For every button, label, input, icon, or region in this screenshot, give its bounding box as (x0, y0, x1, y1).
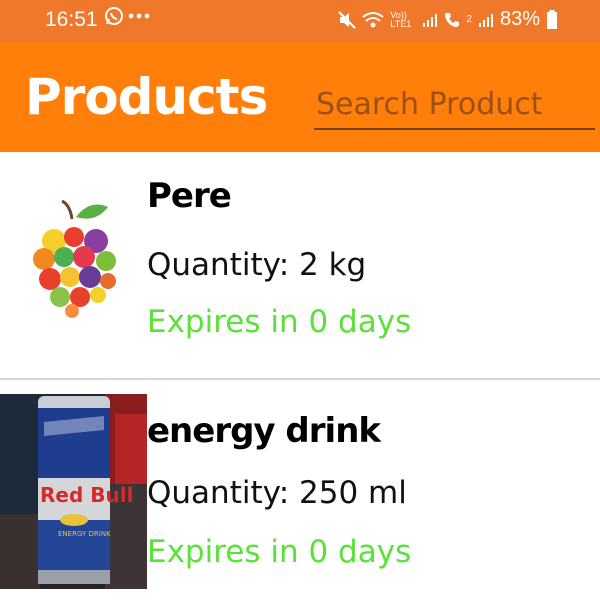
red-bull-can-image: Red Bull ENERGY DRINK (0, 394, 147, 589)
fruit-apple-image (33, 199, 116, 318)
product-image: Red Bull ENERGY DRINK (0, 394, 147, 589)
search-field[interactable] (314, 80, 599, 130)
status-bar: 16:51 Vo)) LTE1 2 83% (0, 0, 600, 42)
product-row[interactable]: Red Bull ENERGY DRINK energy drink Quant… (0, 378, 600, 606)
wifi-icon (362, 11, 385, 27)
signal-2-icon (478, 13, 493, 27)
product-list: Pere Quantity: 2 kg Expires in 0 days Re… (0, 152, 600, 606)
battery-percent: 83% (499, 8, 540, 30)
battery-icon (547, 9, 557, 29)
product-quantity: Quantity: 250 ml (147, 475, 407, 511)
more-dots-icon (128, 13, 150, 19)
search-input[interactable] (314, 80, 599, 128)
status-left-icons (104, 6, 150, 26)
mute-icon (338, 10, 357, 29)
app-bar: Products (0, 42, 600, 152)
page-title: Products (25, 68, 268, 126)
product-name: energy drink (147, 411, 381, 451)
whatsapp-icon (105, 7, 123, 25)
product-expiry: Expires in 0 days (147, 534, 412, 570)
volte-icon: Vo)) LTE1 (390, 9, 412, 29)
product-expiry: Expires in 0 days (147, 304, 412, 340)
product-quantity: Quantity: 2 kg (147, 247, 367, 283)
can-brand-text: Red Bull (40, 483, 133, 507)
status-right-icons: Vo)) LTE1 2 83% (338, 8, 558, 31)
signal-1-icon (423, 13, 438, 27)
sim2-label: 2 (466, 14, 472, 25)
product-row[interactable]: Pere Quantity: 2 kg Expires in 0 days (0, 152, 600, 378)
call-icon (445, 12, 460, 27)
status-time: 16:51 (45, 8, 98, 31)
can-subtext: ENERGY DRINK (58, 530, 111, 538)
product-image (10, 197, 140, 327)
product-name: Pere (147, 176, 232, 216)
